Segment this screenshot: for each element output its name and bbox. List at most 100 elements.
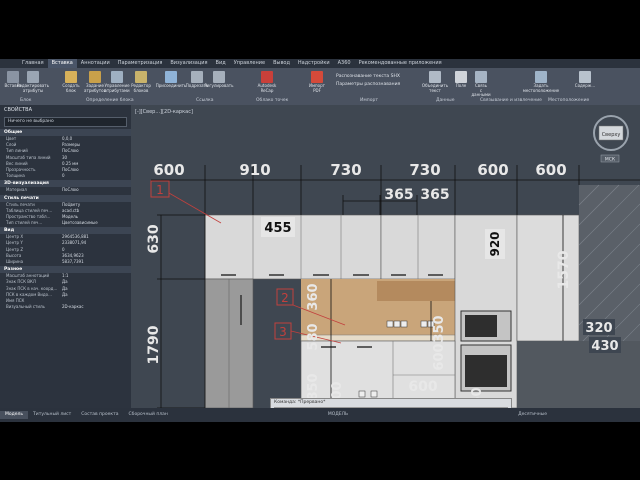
autocad-window: Главная Вставка Аннотации Параметризация Виз…	[0, 59, 640, 422]
dim-mid-2: 365	[420, 187, 449, 203]
ribbon-button-label: Импорт PDF	[309, 83, 325, 93]
dim-v-350: 350	[432, 315, 447, 342]
layout-tab-0[interactable]: Модель	[0, 411, 29, 419]
ribbon-tab-1[interactable]: Вставка	[47, 59, 77, 68]
ribbon-button-label: Редактировать атрибуты	[17, 83, 49, 93]
ribbon-button-icon	[111, 71, 123, 83]
dim-920: 920	[488, 231, 502, 256]
ribbon-tab-6[interactable]: Управление	[230, 59, 269, 68]
ribbon-button-14[interactable]: Задать местоположение	[523, 71, 559, 101]
ribbon-tab-9[interactable]: A360	[334, 59, 355, 68]
ribbon-button-label: Autodesk ReCap	[257, 83, 277, 93]
section-header[interactable]: 3D-визуализация	[0, 180, 131, 188]
ribbon-button-15[interactable]: Содерж...	[574, 71, 596, 101]
dim-left-630: 630	[146, 224, 162, 253]
ribbon-group-0: Блок	[20, 98, 32, 103]
ribbon-button-label: Содерж...	[574, 83, 596, 88]
wcs-menu-label: МСК	[605, 157, 616, 163]
ribbon-tab-5[interactable]: Вид	[212, 59, 230, 68]
ribbon-button-8[interactable]: Регулировать	[205, 71, 234, 101]
ribbon-tab-3[interactable]: Параметризация	[114, 59, 167, 68]
property-row[interactable]: Визуальный стиль 2D-каркас	[0, 304, 131, 310]
dim-top-6: 600	[535, 161, 566, 179]
property-key: Ширина	[6, 259, 24, 264]
ribbon-tab-10[interactable]: Рекомендованные приложения	[355, 59, 446, 68]
dim-top-5: 600	[477, 161, 508, 179]
ribbon-panel: Вставка Редактировать атрибуты Создать бло…	[0, 68, 640, 106]
property-row[interactable]: Тип стилей печ... Цветозависимые	[0, 220, 131, 226]
drawing-canvas[interactable]: 1 2 3 600 910 730 730 600 600 365 365 45…	[131, 105, 640, 408]
property-row[interactable]: Толщина 0	[0, 173, 131, 179]
ribbon-button-4[interactable]: Управление атрибутами	[104, 71, 130, 101]
ribbon-tab-2[interactable]: Аннотации	[77, 59, 114, 68]
ribbon-tab-0[interactable]: Главная	[18, 59, 48, 68]
ribbon-button-label: Редактор блоков	[131, 83, 151, 93]
property-row[interactable]: Материал ПоСлою	[0, 187, 131, 193]
ribbon-button-9[interactable]: Autodesk ReCap	[256, 71, 278, 101]
property-row[interactable]: Ширина 5837,7391	[0, 259, 131, 265]
dim-top-3: 730	[330, 161, 361, 179]
ribbon-button-label: Присоединить	[155, 83, 187, 88]
section-header[interactable]: Общие	[0, 129, 131, 136]
dim-top-2: 910	[239, 161, 270, 179]
dim-v-360: 360	[306, 283, 321, 310]
ribbon-tab-bar: Главная Вставка Аннотации Параметризация Виз…	[0, 59, 640, 68]
property-value[interactable]: 2D-каркас	[62, 304, 131, 310]
command-history: Команда: *Прервано*	[274, 400, 326, 405]
ribbon-button-icon	[311, 71, 323, 83]
ribbon-button-5[interactable]: Редактор блоков	[130, 71, 152, 101]
ribbon-tab-4[interactable]: Визуализация	[166, 59, 211, 68]
dim-v-850: 850	[306, 373, 321, 400]
dim-455: 455	[264, 221, 291, 236]
property-key: Материал	[6, 187, 27, 193]
viewport-label[interactable]: [-][Свер...][2D-каркас]	[135, 109, 193, 115]
ribbon-tab-7[interactable]: Вывод	[269, 59, 294, 68]
status-bar: Модель Титульный лист Состав проекта Сбороч…	[0, 408, 640, 422]
ribbon-button-label: Управление атрибутами	[104, 83, 130, 93]
section-header[interactable]: Разное	[0, 266, 131, 274]
layout-tab-1[interactable]: Титульный лист	[28, 411, 76, 419]
ribbon-button-11[interactable]: Объединить текст	[422, 71, 448, 101]
callout-1-label: 1	[156, 183, 164, 197]
model-space-toggle[interactable]: МОДЕЛЬ	[323, 411, 353, 419]
oven-window	[465, 355, 507, 387]
ribbon-button-1[interactable]: Редактировать атрибуты	[17, 71, 49, 101]
property-key: Толщина	[6, 173, 25, 179]
ribbon-group-1: Определение блока	[86, 98, 134, 103]
callout-2-label: 2	[281, 291, 289, 305]
ribbon-button-6[interactable]: Присоединить	[156, 71, 186, 101]
hood-area	[377, 281, 455, 301]
section-header[interactable]: Стиль печати	[0, 194, 131, 202]
import-item-0[interactable]: Распознавание текста SHX	[336, 74, 400, 79]
ribbon-button-10[interactable]: Импорт PDF	[306, 71, 328, 101]
ribbon-button-2[interactable]: Создать блок	[60, 71, 82, 101]
ribbon-group-5: Данные	[436, 98, 455, 103]
ribbon-tab-8[interactable]: Надстройки	[294, 59, 334, 68]
kitchen-elevation-drawing[interactable]: 1 2 3 600 910 730 730 600 600 365 365 45…	[131, 105, 640, 408]
properties-title: СВОЙСТВА	[4, 107, 32, 113]
dim-v-580: 580	[306, 323, 321, 350]
property-value[interactable]: ПоСлою	[62, 187, 131, 193]
property-value[interactable]: Цветозависимые	[62, 220, 131, 226]
ribbon-button-label: Регулировать	[204, 83, 234, 88]
section-header[interactable]: Вид	[0, 227, 131, 235]
property-value[interactable]: 0	[62, 173, 131, 179]
ribbon-button-icon	[7, 71, 19, 83]
ribbon-button-icon	[165, 71, 177, 83]
ribbon-button-icon	[27, 71, 39, 83]
callout-3-label: 3	[279, 325, 287, 339]
property-key: Визуальный стиль	[6, 304, 45, 310]
layout-tab-3[interactable]: Сборочный план	[124, 411, 173, 419]
ribbon-button-13[interactable]: Связь с данными	[470, 71, 492, 101]
property-value[interactable]: 5837,7391	[62, 259, 131, 265]
floor-wall-hatch	[517, 341, 640, 408]
selection-dropdown[interactable]: Ничего не выбрано	[4, 117, 127, 127]
import-item-1[interactable]: Параметры распознавания	[336, 82, 400, 87]
ribbon-button-3[interactable]: Задание атрибутов	[84, 71, 106, 101]
letterbox-bottom	[0, 422, 640, 480]
dim-right-430: 430	[591, 339, 618, 354]
property-key: Тип стилей печ...	[6, 220, 43, 226]
ribbon-button-12[interactable]: Поле	[450, 71, 472, 101]
units-indicator[interactable]: Десятичные	[513, 411, 552, 419]
layout-tab-2[interactable]: Состав проекта	[76, 411, 123, 419]
